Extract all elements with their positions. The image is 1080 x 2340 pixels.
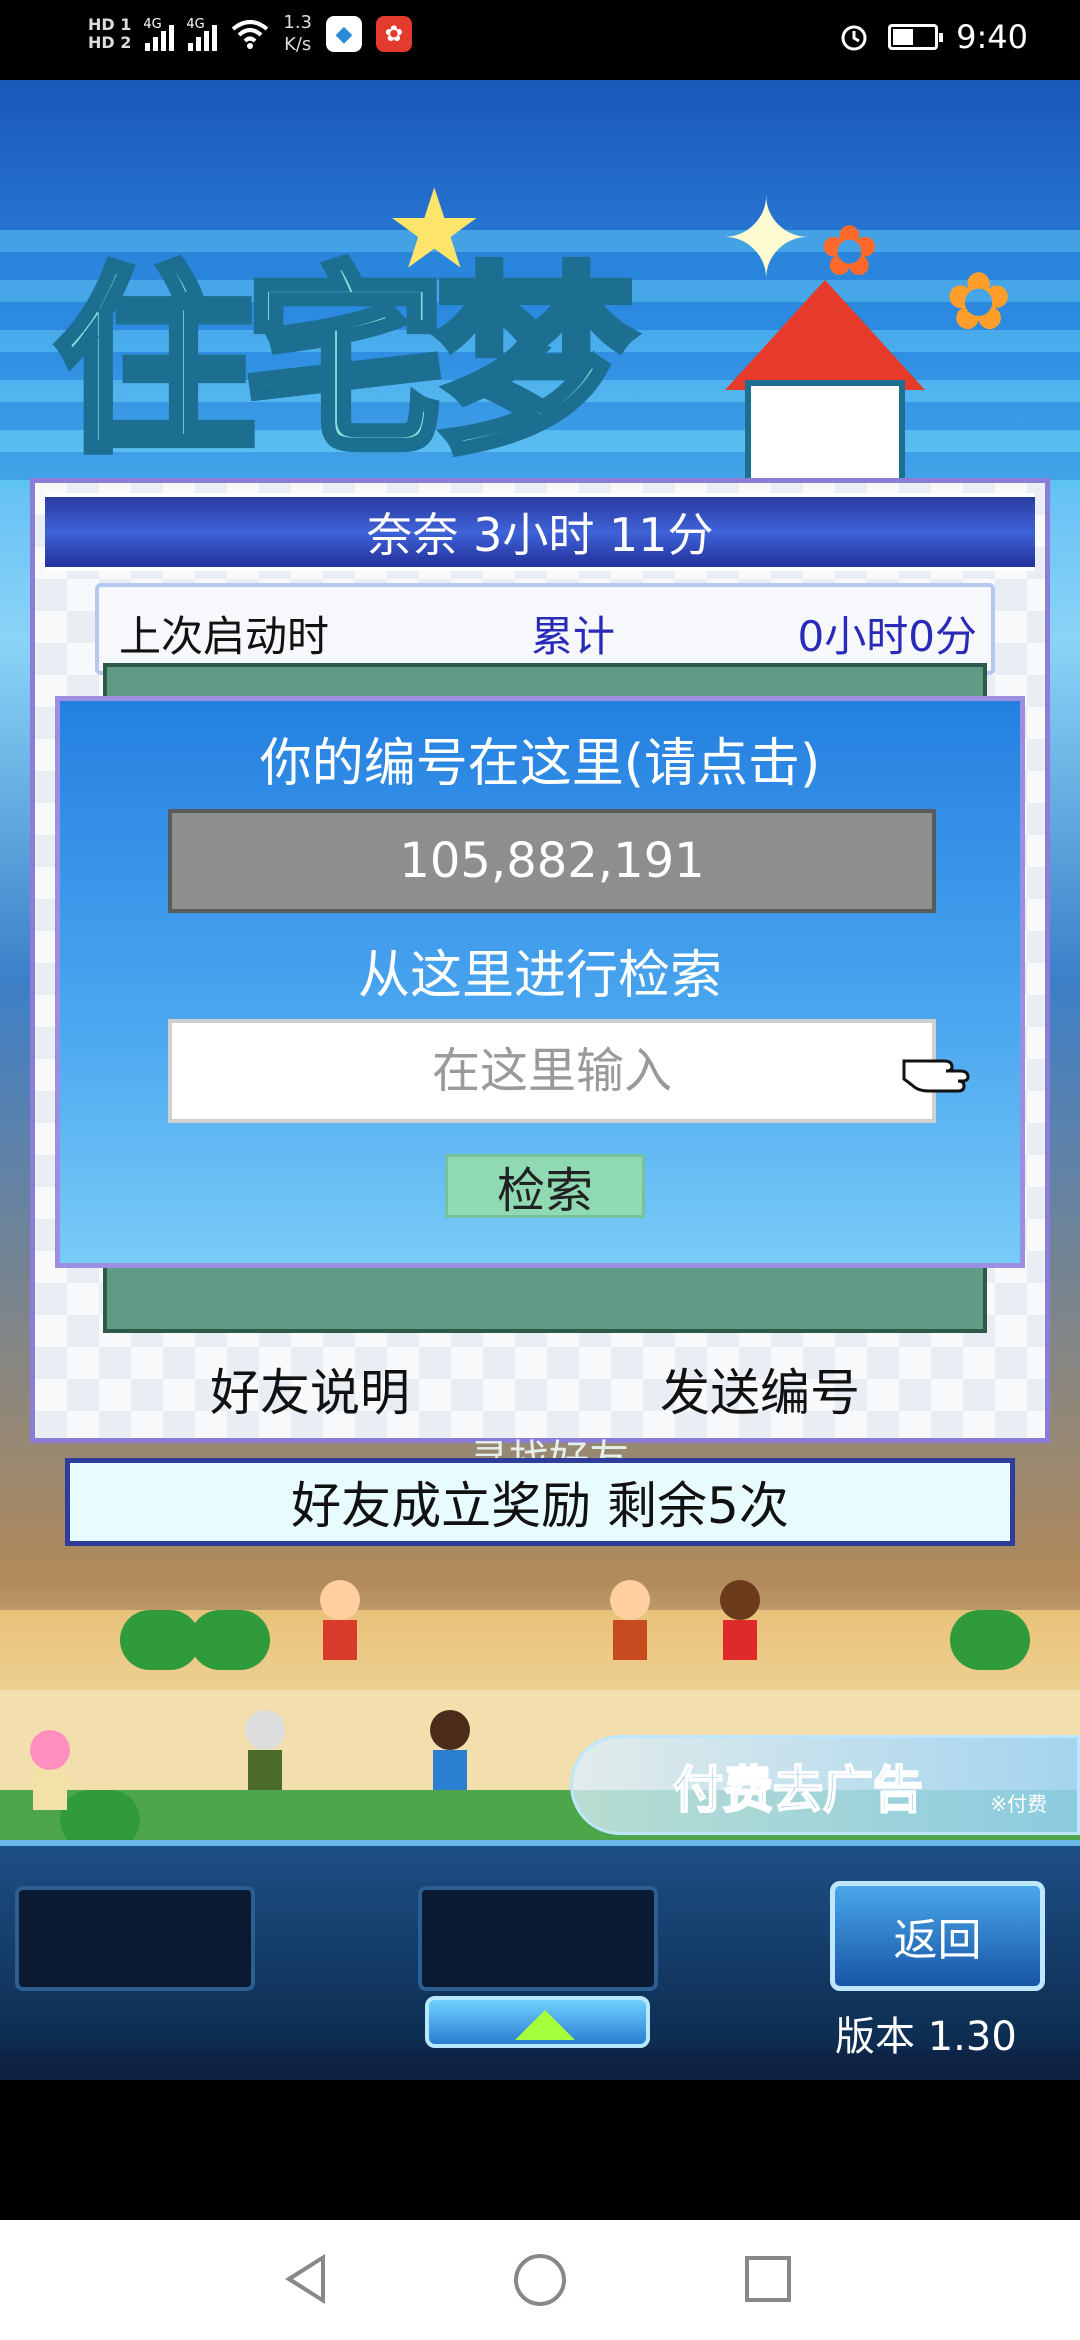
- play-time-box: 上次启动时 累计 0小时0分: [95, 583, 995, 675]
- battery-icon: [888, 24, 944, 50]
- signal-icon: 4G: [143, 17, 175, 51]
- townsperson: [430, 1710, 470, 1790]
- flower-icon: ✿: [945, 255, 1013, 348]
- last-launch-label: 上次启动时: [119, 612, 330, 661]
- nav-back-icon[interactable]: [285, 2254, 325, 2304]
- version-label: 版本 1.30: [835, 2014, 1017, 2060]
- townsperson: [320, 1580, 360, 1660]
- townsperson: [720, 1580, 760, 1660]
- search-button[interactable]: 检索: [445, 1154, 645, 1219]
- alarm-icon: [841, 25, 867, 51]
- back-button[interactable]: 返回: [830, 1881, 1045, 1991]
- hd2-label: HD 2: [88, 33, 132, 52]
- panel-title: 奈奈 3小时 11分: [45, 493, 1035, 571]
- arrow-up-icon: [515, 2010, 575, 2040]
- game-logo: 住宅梦: [51, 243, 639, 484]
- pointing-hand-icon: [902, 1059, 970, 1093]
- status-left: HD 1 HD 2 4G 4G 1.3 K/s ◆ ✿: [88, 12, 413, 56]
- system-nav-bar: [0, 2220, 1080, 2340]
- search-input[interactable]: [168, 1019, 936, 1123]
- nav-recents-icon[interactable]: [745, 2256, 791, 2302]
- empty-slot-center[interactable]: [418, 1886, 658, 1991]
- empty-slot-left[interactable]: [15, 1886, 255, 1991]
- remove-ads-label: 付费去广告: [672, 1760, 924, 1820]
- townsperson: [30, 1730, 70, 1810]
- friend-search-dialog: 你的编号在这里(请点击) 105,882,191 从这里进行检索 检索: [55, 696, 1025, 1268]
- nav-home-icon[interactable]: [514, 2254, 566, 2306]
- hd1-label: HD 1: [88, 15, 132, 34]
- app-notification-icon: ✿: [376, 16, 413, 52]
- player-id-field[interactable]: 105,882,191: [168, 809, 936, 913]
- total-value: 0小时0分: [797, 612, 977, 661]
- status-right: 9:40: [838, 18, 1028, 56]
- logo-house: [725, 280, 925, 490]
- total-label: 累计: [531, 612, 616, 661]
- status-bar: HD 1 HD 2 4G 4G 1.3 K/s ◆ ✿ 9:40: [0, 0, 1080, 80]
- wifi-icon: [232, 20, 269, 49]
- remove-ads-note: ※付费: [990, 1792, 1047, 1816]
- townsperson: [245, 1710, 285, 1790]
- signal-icon: 4G: [186, 17, 218, 51]
- remove-ads-button[interactable]: 付费去广告 ※付费: [570, 1735, 1080, 1835]
- hd-indicators: HD 1 HD 2: [88, 16, 131, 52]
- app-notification-icon: ◆: [326, 16, 363, 52]
- bottom-bar: 返回 版本 1.30: [0, 1840, 1080, 2060]
- expand-up-button[interactable]: [425, 1996, 650, 2048]
- flower-icon: ✿: [820, 210, 879, 292]
- search-prompt: 从这里进行检索: [357, 946, 722, 1006]
- id-prompt: 你的编号在这里(请点击): [259, 734, 821, 794]
- friend-bonus-bar: 好友成立奖励 剩余5次: [65, 1458, 1015, 1546]
- friend-help-button[interactable]: 好友说明: [210, 1353, 410, 1425]
- net-speed: 1.3 K/s: [283, 12, 313, 55]
- townsperson: [610, 1580, 650, 1660]
- send-id-button[interactable]: 发送编号: [660, 1353, 860, 1425]
- clock: 9:40: [956, 18, 1028, 56]
